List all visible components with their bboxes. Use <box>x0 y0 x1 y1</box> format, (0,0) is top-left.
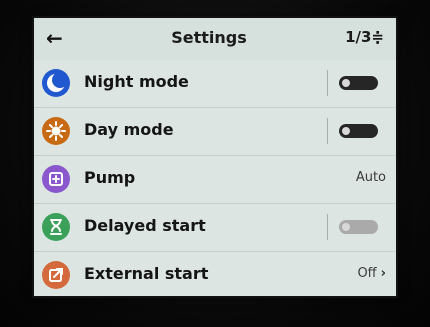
settings-header: ← Settings 1/3≑ <box>34 18 396 60</box>
settings-screen: ← Settings 1/3≑ Night mode Day mode Pump… <box>34 18 396 296</box>
moon-icon <box>42 69 70 97</box>
sun-icon <box>42 117 70 145</box>
chevron-right-icon: › <box>380 266 386 281</box>
external-start-value-text: Off <box>357 266 377 281</box>
page-indicator[interactable]: 1/3≑ <box>334 28 384 50</box>
settings-row-delayed-start[interactable]: Delayed start <box>34 204 396 252</box>
settings-row-label: External start <box>84 264 209 283</box>
toggle-knob <box>342 79 350 87</box>
row-divider <box>327 70 328 96</box>
settings-row-label: Pump <box>84 168 136 187</box>
settings-row-day-mode[interactable]: Day mode <box>34 108 396 156</box>
external-start-icon <box>42 261 70 289</box>
settings-row-external-start[interactable]: External start Off › <box>34 252 396 296</box>
pump-value[interactable]: Auto <box>356 170 386 185</box>
settings-row-label: Delayed start <box>84 216 206 235</box>
external-start-value[interactable]: Off › <box>357 266 386 281</box>
row-divider <box>327 214 328 240</box>
delayed-start-toggle[interactable] <box>339 220 378 234</box>
toggle-knob <box>342 127 350 135</box>
page-title: Settings <box>171 28 247 47</box>
pump-value-text: Auto <box>355 170 386 185</box>
night-mode-toggle[interactable] <box>339 76 378 90</box>
pump-icon <box>42 165 70 193</box>
settings-row-label: Day mode <box>84 120 174 139</box>
back-arrow-icon[interactable]: ← <box>46 26 68 50</box>
toggle-knob <box>342 223 350 231</box>
device-frame: ← Settings 1/3≑ Night mode Day mode Pump… <box>0 0 430 327</box>
settings-row-label: Night mode <box>84 72 189 91</box>
settings-row-pump[interactable]: Pump Auto <box>34 156 396 204</box>
day-mode-toggle[interactable] <box>339 124 378 138</box>
settings-row-night-mode[interactable]: Night mode <box>34 60 396 108</box>
row-divider <box>327 118 328 144</box>
hourglass-icon <box>42 213 70 241</box>
